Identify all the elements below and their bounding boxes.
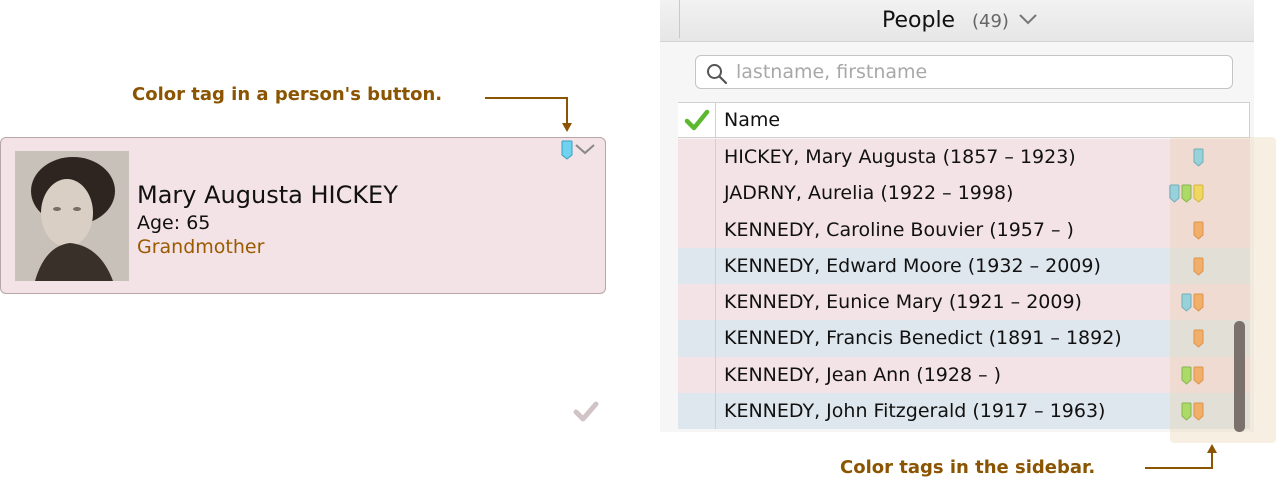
check-column-header[interactable]	[678, 103, 716, 137]
search-icon	[707, 64, 728, 85]
people-count: (49)	[972, 11, 1009, 32]
sidebar-header: People (49)	[660, 0, 1254, 42]
person-row[interactable]: KENNEDY, Jean Ann (1928 – )	[678, 356, 1250, 394]
search-input[interactable]	[736, 58, 1216, 86]
card-annotation-arrow	[485, 97, 572, 132]
person-row-name: KENNEDY, Edward Moore (1932 – 2009)	[724, 254, 1101, 277]
row-divider	[715, 175, 716, 212]
scrollbar[interactable]	[1234, 321, 1245, 432]
chevron-down-icon[interactable]	[574, 143, 596, 155]
people-sidebar: People (49) Name HICKEY, Mary Augusta (1…	[660, 0, 1254, 432]
table-header: Name	[678, 102, 1250, 138]
row-divider	[715, 211, 716, 248]
header-divider	[679, 0, 680, 38]
person-row[interactable]: KENNEDY, John Fitzgerald (1917 – 1963)	[678, 393, 1250, 430]
person-relationship: Grandmother	[137, 236, 265, 258]
row-divider	[715, 320, 716, 357]
row-divider	[715, 393, 716, 430]
chevron-down-icon[interactable]	[1018, 12, 1038, 26]
checkmark-icon[interactable]	[573, 400, 599, 422]
person-age: Age: 65	[137, 212, 211, 234]
column-divider	[1249, 103, 1250, 137]
person-row[interactable]: KENNEDY, Francis Benedict (1891 – 1892)	[678, 320, 1250, 357]
card-tag-annotation: Color tag in a person's button.	[132, 84, 443, 105]
person-row[interactable]: JADRNY, Aurelia (1922 – 1998)	[678, 175, 1250, 212]
person-name: Mary Augusta HICKEY	[137, 181, 398, 209]
person-row-name: KENNEDY, Caroline Bouvier (1957 – )	[724, 218, 1074, 241]
checkmark-icon	[684, 109, 710, 131]
color-tag-icon	[561, 140, 573, 160]
row-divider	[715, 356, 716, 394]
sidebar-tags-annotation: Color tags in the sidebar.	[840, 457, 1096, 478]
sidebar-annotation-arrow	[1145, 444, 1217, 469]
search-field[interactable]	[695, 55, 1233, 89]
tags-highlight	[1170, 137, 1276, 443]
person-row-name: KENNEDY, Jean Ann (1928 – )	[724, 363, 1002, 386]
person-photo	[15, 151, 129, 281]
person-row[interactable]: KENNEDY, Edward Moore (1932 – 2009)	[678, 247, 1250, 285]
person-row-name: JADRNY, Aurelia (1922 – 1998)	[724, 182, 1014, 205]
row-divider	[715, 247, 716, 285]
person-row-name: KENNEDY, Francis Benedict (1891 – 1892)	[724, 327, 1122, 350]
people-list: HICKEY, Mary Augusta (1857 – 1923) JADRNY…	[678, 139, 1250, 430]
person-row[interactable]: KENNEDY, Caroline Bouvier (1957 – )	[678, 211, 1250, 248]
row-divider	[715, 284, 716, 321]
person-row[interactable]: HICKEY, Mary Augusta (1857 – 1923)	[678, 139, 1250, 176]
person-button[interactable]: Mary Augusta HICKEY Age: 65 Grandmother	[0, 137, 606, 422]
name-column-header[interactable]: Name	[724, 109, 780, 131]
row-divider	[715, 139, 716, 176]
sidebar-title[interactable]: People	[882, 8, 955, 33]
person-row-name: HICKEY, Mary Augusta (1857 – 1923)	[724, 146, 1076, 168]
person-row-name: KENNEDY, John Fitzgerald (1917 – 1963)	[724, 400, 1106, 423]
person-row-name: KENNEDY, Eunice Mary (1921 – 2009)	[724, 291, 1082, 314]
person-row[interactable]: KENNEDY, Eunice Mary (1921 – 2009)	[678, 284, 1250, 321]
